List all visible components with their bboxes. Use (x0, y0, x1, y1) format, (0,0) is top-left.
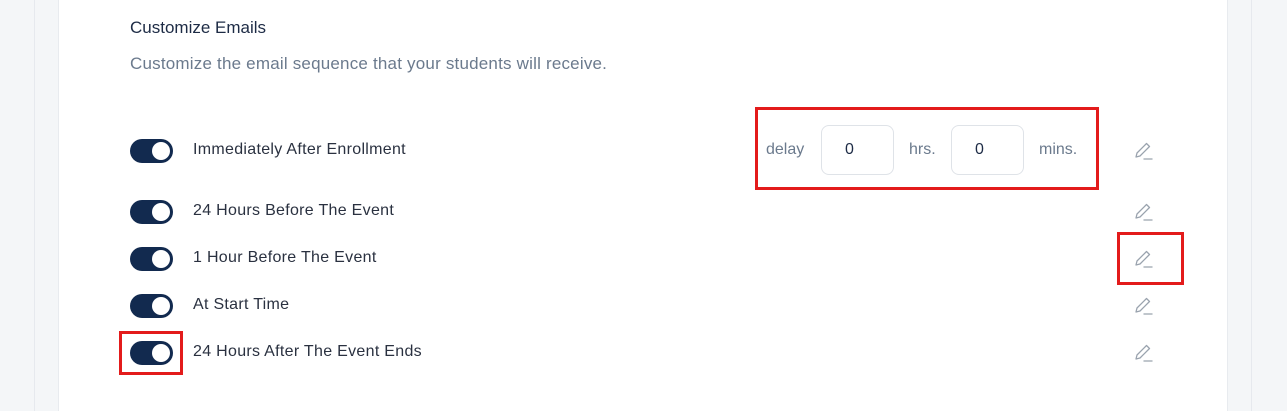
email-row-start-time: At Start Time (130, 294, 1170, 318)
email-row-label: At Start Time (193, 296, 290, 313)
pencil-icon[interactable] (1131, 294, 1155, 318)
email-row-label: 24 Hours Before The Event (193, 202, 395, 219)
pencil-icon[interactable] (1131, 139, 1155, 163)
email-row-24h-before: 24 Hours Before The Event (130, 200, 1170, 224)
toggle-knob (152, 203, 170, 221)
toggle-knob (152, 142, 170, 160)
hours-unit-label: hrs. (909, 141, 936, 158)
pencil-icon[interactable] (1131, 341, 1155, 365)
page: Customize Emails Customize the email seq… (0, 0, 1287, 411)
pencil-icon[interactable] (1131, 247, 1155, 271)
email-toggle[interactable] (130, 139, 173, 163)
email-toggle[interactable] (130, 247, 173, 271)
toggle-knob (152, 250, 170, 268)
email-toggle[interactable] (130, 341, 173, 365)
email-toggle[interactable] (130, 294, 173, 318)
section-title: Customize Emails (130, 18, 267, 37)
toggle-knob (152, 344, 170, 362)
pencil-icon[interactable] (1131, 200, 1155, 224)
email-row-label: 24 Hours After The Event Ends (193, 343, 422, 360)
email-row-label: 1 Hour Before The Event (193, 249, 377, 266)
delay-controls: delay hrs. mins. (766, 125, 1086, 175)
delay-minutes-input[interactable] (951, 125, 1024, 175)
toggle-knob (152, 297, 170, 315)
minutes-unit-label: mins. (1039, 141, 1078, 158)
email-toggle[interactable] (130, 200, 173, 224)
delay-hours-input[interactable] (821, 125, 894, 175)
email-row-label: Immediately After Enrollment (193, 141, 406, 158)
right-gutter (1251, 0, 1287, 411)
email-row-1h-before: 1 Hour Before The Event (130, 247, 1170, 271)
email-row-24h-after: 24 Hours After The Event Ends (130, 341, 1170, 365)
left-gutter (0, 0, 35, 411)
delay-label: delay (766, 141, 805, 158)
section-subtitle: Customize the email sequence that your s… (130, 54, 608, 73)
